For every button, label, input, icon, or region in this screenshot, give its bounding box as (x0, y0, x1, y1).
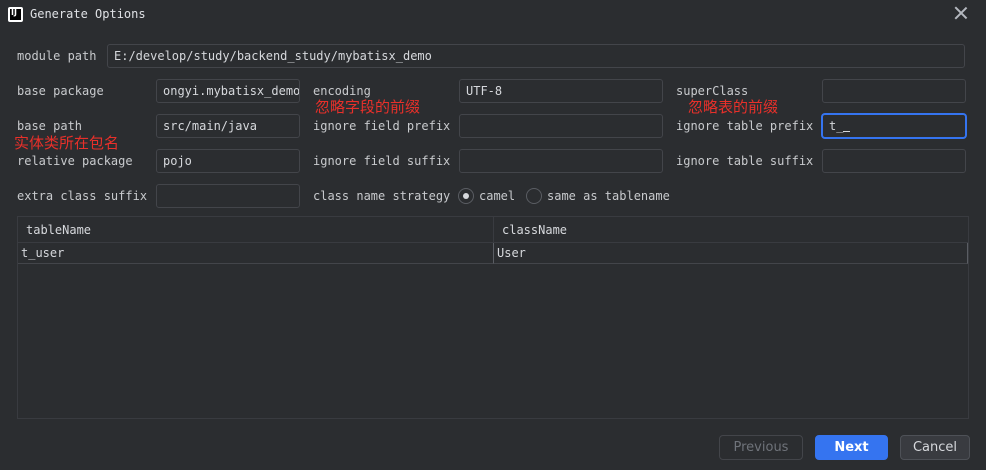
same-as-tablename-radio-label[interactable]: same as tablename (547, 188, 670, 204)
ignore-field-prefix-label: ignore field prefix (313, 119, 451, 133)
ignore-field-suffix-label: ignore field suffix (313, 154, 451, 168)
text-caret (843, 120, 851, 132)
previous-button[interactable]: Previous (719, 435, 803, 460)
table-cell-tablename[interactable]: t_user (18, 243, 494, 264)
class-name-strategy-label: class name strategy (313, 189, 451, 203)
entity-package-annotation: 实体类所在包名 (14, 134, 120, 152)
module-path-label: module path (17, 49, 97, 63)
base-package-input[interactable]: ongyi.mybatisx_demo (156, 79, 300, 103)
ignore-table-suffix-input[interactable] (822, 149, 966, 173)
encoding-input[interactable]: UTF-8 (459, 79, 663, 103)
table-row[interactable]: t_user User (18, 243, 968, 264)
ignore-table-suffix-label: ignore table suffix (676, 154, 814, 168)
ignore-field-prefix-annotation: 忽略字段的前缀 (315, 98, 421, 116)
base-package-label: base package (17, 84, 104, 98)
ignore-field-suffix-input[interactable] (459, 149, 663, 173)
cancel-button[interactable]: Cancel (900, 435, 970, 460)
ignore-table-prefix-annotation: 忽略表的前缀 (688, 98, 779, 116)
same-as-tablename-radio[interactable] (526, 188, 542, 204)
ignore-table-prefix-value: t_ (829, 119, 844, 133)
encoding-label: encoding (313, 84, 371, 98)
window-title: Generate Options (30, 7, 146, 21)
base-path-input[interactable]: src/main/java (156, 114, 300, 138)
ignore-field-prefix-input[interactable] (459, 114, 663, 138)
camel-radio-label[interactable]: camel (479, 188, 515, 204)
table-mapping: tableName className t_user User (17, 216, 969, 419)
ignore-table-prefix-input[interactable]: t_ (822, 114, 966, 138)
module-path-input[interactable]: E:/develop/study/backend_study/mybatisx_… (107, 44, 965, 68)
super-class-input[interactable] (822, 79, 966, 103)
table-cell-classname[interactable]: User (494, 243, 968, 264)
camel-radio[interactable] (458, 188, 474, 204)
close-icon[interactable] (954, 6, 968, 20)
extra-class-suffix-label: extra class suffix (17, 189, 148, 203)
column-header-tablename[interactable]: tableName (18, 217, 494, 243)
intellij-icon: IJ (8, 7, 23, 22)
relative-package-input[interactable]: pojo (156, 149, 300, 173)
base-path-label: base path (17, 119, 83, 133)
super-class-label: superClass (676, 84, 749, 98)
extra-class-suffix-input[interactable] (156, 184, 300, 208)
column-header-classname[interactable]: className (494, 217, 968, 243)
ignore-table-prefix-label: ignore table prefix (676, 119, 814, 133)
next-button[interactable]: Next (815, 435, 888, 460)
relative-package-label: relative package (17, 154, 133, 168)
